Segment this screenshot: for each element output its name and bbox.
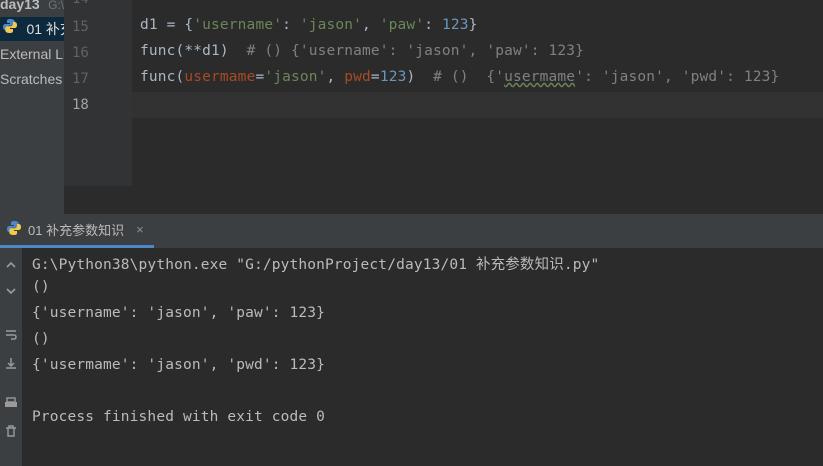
project-file-item[interactable]: 01 补充 [0, 17, 64, 41]
scroll-down-icon[interactable] [3, 284, 19, 300]
line-number: 17 [72, 71, 89, 87]
line-number: 14 [72, 0, 89, 7]
console-line: () [32, 279, 50, 295]
console-line: {'usermame': 'jason', 'pwd': 123} [32, 357, 326, 373]
editor-bottom-area [64, 186, 823, 214]
python-file-icon [2, 18, 18, 42]
run-tab[interactable]: 01 补充参数知识 × [0, 214, 154, 248]
line-number: 15 [72, 19, 89, 35]
current-line-highlight [132, 92, 823, 118]
trash-icon[interactable] [3, 424, 19, 440]
code-editor[interactable]: d1 = {'username': 'jason', 'paw': 123} f… [132, 0, 823, 186]
close-icon[interactable]: × [136, 222, 144, 237]
scratches-label: Scratches [0, 71, 63, 87]
python-run-icon [6, 220, 22, 240]
code-line-15[interactable]: d1 = {'username': 'jason', 'paw': 123} [140, 17, 478, 33]
scroll-to-end-icon[interactable] [3, 356, 19, 372]
line-number: 18 [72, 97, 89, 113]
scroll-up-icon[interactable] [3, 258, 19, 274]
project-sidebar: day13 G:\ 01 补充 External Libraries Scrat… [0, 0, 64, 214]
project-file-label: 01 补充 [26, 21, 64, 37]
code-line-17[interactable]: func(usermame='jason', pwd=123) # () {'u… [140, 69, 779, 85]
code-line-16[interactable]: func(**d1) # () {'username': 'jason', 'p… [140, 43, 584, 59]
console-line: G:\Python38\python.exe "G:/pythonProject… [32, 257, 600, 273]
print-icon[interactable] [3, 396, 19, 412]
project-root-path: G:\ [48, 0, 64, 12]
console-line: {'username': 'jason', 'paw': 123} [32, 305, 326, 321]
run-panel-header: 01 补充参数知识 × [0, 214, 823, 249]
line-number: 16 [72, 45, 89, 61]
editor-gutter: 14 15 16 17 18 [64, 0, 133, 186]
project-root-item[interactable]: day13 G:\ [0, 0, 64, 16]
typo-warning: usermame [504, 69, 576, 85]
run-toolbar [0, 248, 22, 466]
run-tab-label: 01 补充参数知识 [28, 223, 125, 238]
external-libraries-item[interactable]: External Libraries [0, 43, 64, 65]
soft-wrap-icon[interactable] [3, 328, 19, 344]
console-line: () [32, 331, 50, 347]
run-console[interactable]: G:\Python38\python.exe "G:/pythonProject… [22, 248, 823, 466]
scratches-item[interactable]: Scratches [0, 68, 62, 90]
project-root-label: day13 [0, 0, 40, 12]
console-exit-line: Process finished with exit code 0 [32, 409, 326, 425]
external-libraries-label: External Libraries [0, 46, 64, 62]
